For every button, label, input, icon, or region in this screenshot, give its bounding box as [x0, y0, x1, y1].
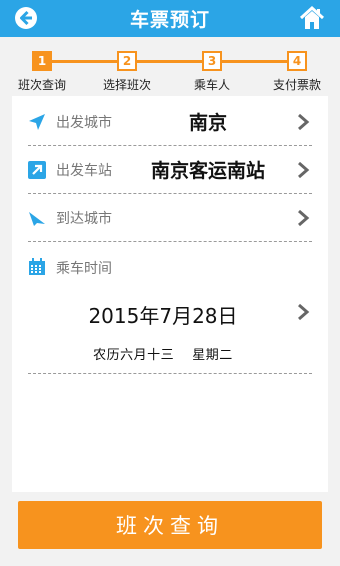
location-arrow-icon	[29, 114, 45, 130]
step-number: 1	[32, 51, 52, 71]
step-label: 乘车人	[193, 78, 230, 92]
chevron-right-icon	[298, 161, 310, 179]
departure-city-label: 出发城市	[56, 115, 112, 131]
departure-station-label: 出发车站	[56, 163, 112, 179]
step-number: 4	[287, 51, 307, 71]
home-icon[interactable]	[298, 4, 326, 32]
step-number: 3	[202, 51, 222, 71]
step-4: 4 支付票款	[257, 51, 337, 93]
plane-arrow-icon	[29, 212, 45, 226]
step-2: 2 选择班次	[87, 51, 167, 93]
page-title: 车票预订	[129, 9, 210, 31]
lunar-date-weekday: 农历六月十三 星期二	[93, 348, 233, 363]
progress-stepper: 1 班次查询 2 选择班次 3 乘车人 4 支付票款	[0, 37, 340, 95]
back-arrow-icon[interactable]	[14, 6, 38, 30]
step-label: 选择班次	[102, 78, 151, 92]
step-1: 1 班次查询	[2, 51, 82, 93]
calendar-icon	[29, 258, 45, 275]
app-header: 车票预订	[0, 0, 340, 37]
step-3: 3 乘车人	[172, 51, 252, 93]
travel-date-value[interactable]: 2015年7月28日	[28, 300, 298, 329]
arrival-city-row[interactable]: 到达城市	[28, 194, 312, 242]
step-number: 2	[117, 51, 137, 71]
step-label: 班次查询	[17, 78, 66, 92]
departure-city-value: 南京	[188, 112, 227, 134]
booking-form-card: 出发城市 南京 出发车站 南京客运南站 到达城市 乘车时间 2015年7月28日…	[12, 96, 328, 492]
step-label: 支付票款	[272, 78, 321, 92]
search-schedules-button[interactable]: 班次查询	[18, 501, 322, 549]
external-link-icon	[28, 161, 46, 179]
travel-date-label: 乘车时间	[56, 261, 112, 277]
travel-date-section[interactable]: 乘车时间 2015年7月28日 农历六月十三 星期二	[28, 246, 312, 374]
departure-city-row[interactable]: 出发城市 南京	[28, 98, 312, 146]
arrival-city-label: 到达城市	[56, 211, 112, 227]
chevron-right-icon	[298, 303, 310, 321]
departure-station-row[interactable]: 出发车站 南京客运南站	[28, 146, 312, 194]
chevron-right-icon	[298, 209, 310, 227]
departure-station-value: 南京客运南站	[150, 160, 265, 182]
chevron-right-icon	[298, 113, 310, 131]
